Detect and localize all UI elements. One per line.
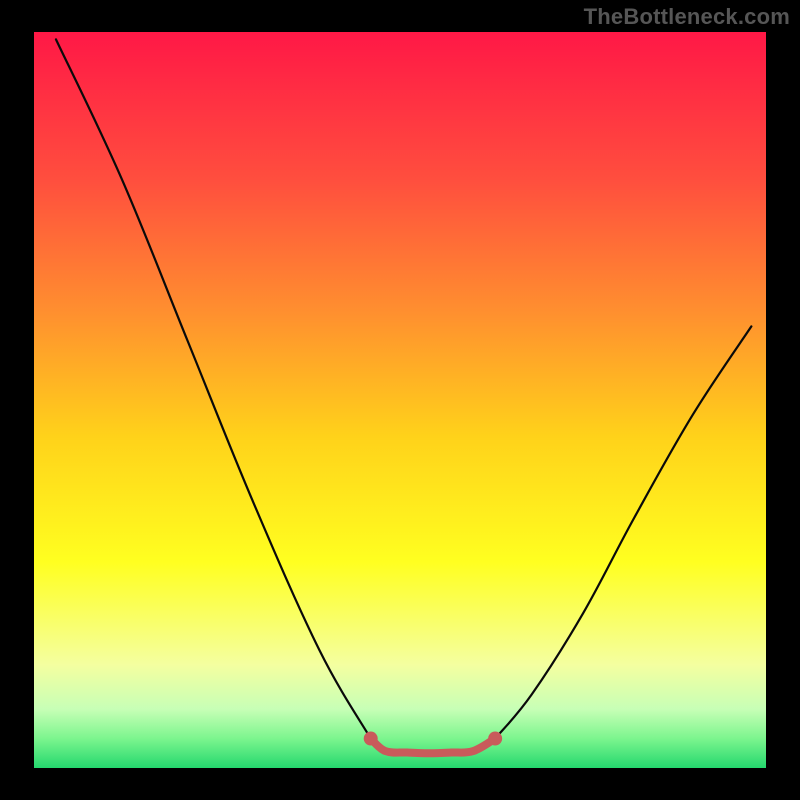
watermark-text: TheBottleneck.com [584,4,790,30]
bottleneck-chart [0,0,800,800]
plot-background [34,32,766,768]
optimal-dot-right [488,732,502,746]
optimal-dot-left [364,732,378,746]
chart-container: TheBottleneck.com [0,0,800,800]
